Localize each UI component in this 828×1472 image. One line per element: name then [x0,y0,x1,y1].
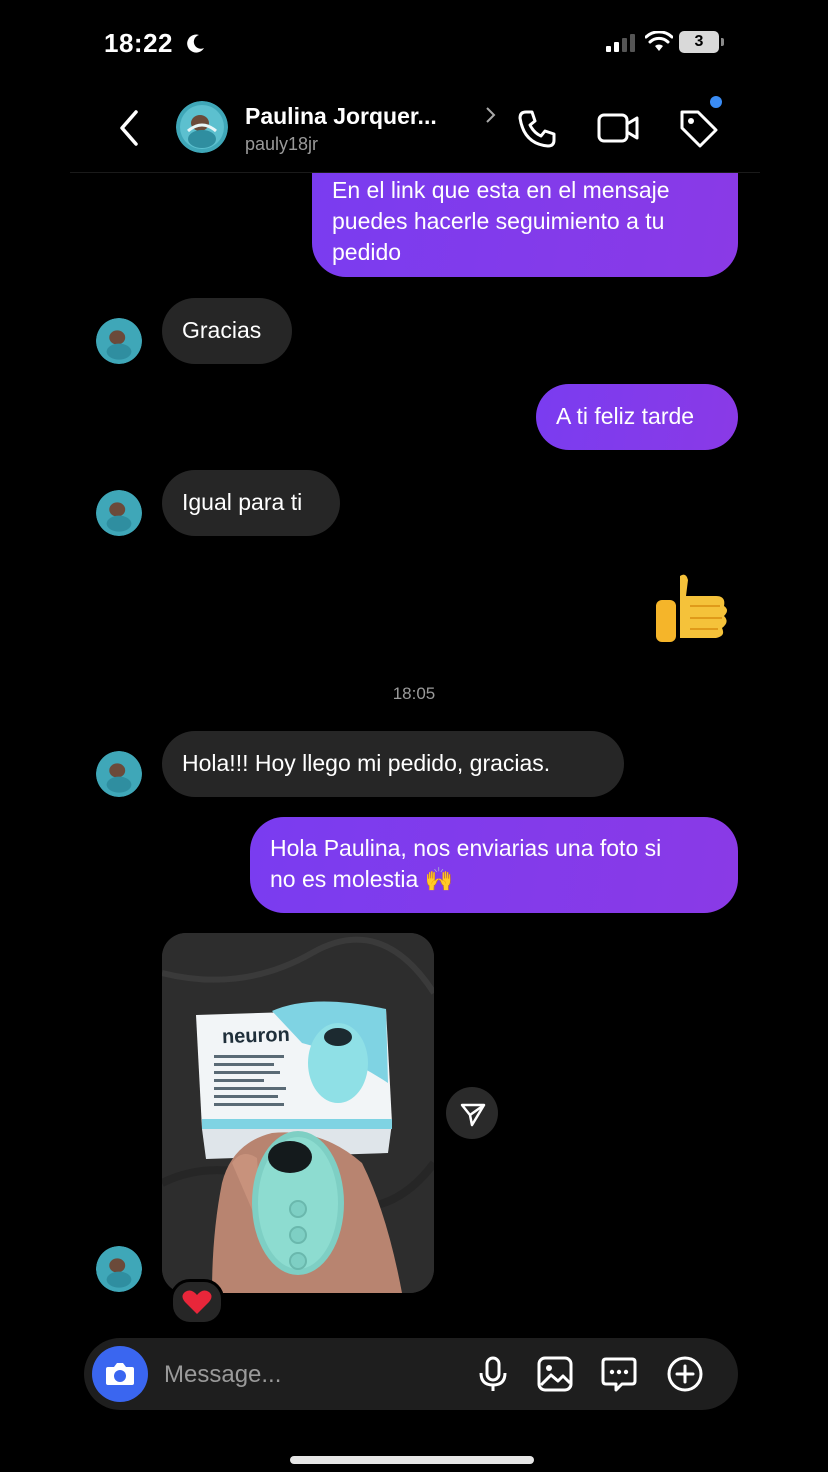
microphone-icon[interactable] [474,1355,512,1393]
plus-circle-icon[interactable] [666,1355,704,1393]
image-icon[interactable] [536,1355,574,1393]
message-line: no es molestia 🙌 [270,866,454,892]
message-input[interactable] [162,1354,466,1396]
back-chevron-icon[interactable] [112,108,146,148]
message-incoming[interactable]: Hola!!! Hoy llego mi pedido, gracias. [162,731,624,797]
share-button[interactable] [446,1087,498,1139]
chevron-right-icon[interactable] [484,106,496,124]
chat-timestamp: 18:05 [392,684,436,703]
message-line: puedes hacerle seguimiento a tu [332,208,665,234]
product-brand-text: neuron [221,1023,291,1049]
video-camera-icon[interactable] [596,108,640,148]
camera-icon [106,1363,134,1385]
signal-icon [606,34,635,52]
contact-username: pauly18jr [245,134,319,154]
message-line: pedido [332,239,402,265]
message-incoming[interactable]: Gracias [162,298,292,364]
message-outgoing[interactable]: En el link que esta en el mensaje puedes… [312,173,738,277]
thumbs-up-icon[interactable] [650,566,736,652]
contact-name[interactable]: Paulina Jorquer... [245,103,437,130]
notification-dot [710,96,722,108]
photo-message[interactable]: neuron [162,933,434,1293]
chat-header: Paulina Jorquer... pauly18jr [0,90,828,174]
contact-avatar[interactable] [176,101,228,153]
heart-icon [182,1290,212,1314]
heart-reaction[interactable] [170,1279,224,1325]
sender-avatar[interactable] [96,318,142,364]
sender-avatar[interactable] [96,751,142,797]
sender-avatar[interactable] [96,490,142,536]
wifi-icon [645,31,673,51]
sticker-icon[interactable] [600,1355,638,1393]
message-text: A ti feliz tarde [556,403,695,429]
message-outgoing[interactable]: A ti feliz tarde [536,384,738,450]
phone-icon[interactable] [516,108,558,150]
message-incoming[interactable]: Igual para ti [162,470,340,536]
tag-icon[interactable] [676,106,720,150]
battery-indicator: 3 [679,31,724,53]
dm-screen: 18:22 3 Paulina Jorquer... pauly18jr En … [0,0,828,1472]
moon-icon [187,34,204,53]
message-line: Hola Paulina, nos enviarias una foto si [270,835,662,861]
message-text: Gracias [182,317,262,343]
message-composer [84,1338,738,1410]
home-indicator[interactable] [290,1456,534,1464]
message-line: En el link que esta en el mensaje [332,177,670,203]
message-text: Igual para ti [182,489,303,515]
camera-button[interactable] [92,1346,148,1402]
send-icon [460,1103,486,1127]
message-list[interactable]: En el link que esta en el mensaje puedes… [0,173,828,1333]
message-outgoing[interactable]: Hola Paulina, nos enviarias una foto si … [250,817,738,913]
message-text: Hola!!! Hoy llego mi pedido, gracias. [182,750,551,776]
sender-avatar[interactable] [96,1246,142,1292]
status-time: 18:22 [104,28,173,58]
